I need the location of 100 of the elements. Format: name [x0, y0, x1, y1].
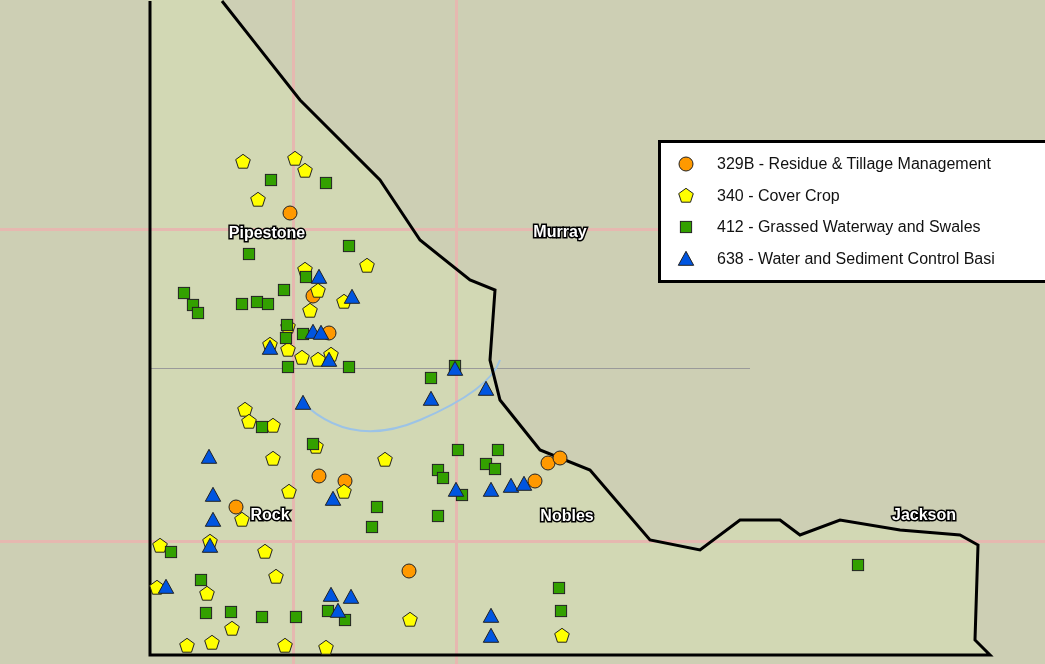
circle-marker-icon: [282, 205, 298, 221]
triangle-marker-icon: [310, 268, 328, 284]
square-marker-icon: [424, 371, 438, 385]
triangle-marker-icon: [204, 486, 222, 502]
square-marker-icon: [164, 545, 178, 559]
square-marker-icon: [194, 573, 208, 587]
pentagon-marker-icon: [250, 191, 266, 207]
pentagon-marker-icon: [234, 511, 250, 527]
square-marker-icon: [488, 462, 502, 476]
legend-label: 340 - Cover Crop: [717, 185, 840, 206]
square-marker-icon: [306, 437, 320, 451]
square-marker-icon: [289, 610, 303, 624]
square-marker-icon: [191, 306, 205, 320]
pentagon-marker-icon: [302, 302, 318, 318]
triangle-marker-icon: [200, 448, 218, 464]
square-marker-icon: [851, 558, 865, 572]
county-label: Nobles: [540, 508, 594, 524]
triangle-marker-icon: [515, 475, 533, 491]
pentagon-marker-icon: [297, 162, 313, 178]
triangle-marker-icon: [482, 481, 500, 497]
square-marker-icon: [491, 443, 505, 457]
triangle-marker-icon: [294, 394, 312, 410]
circle-marker-icon: [677, 155, 695, 173]
square-marker-icon: [370, 500, 384, 514]
triangle-marker-icon: [204, 511, 222, 527]
pentagon-marker-icon: [318, 639, 334, 655]
triangle-marker-icon: [312, 324, 330, 340]
square-marker-icon: [255, 610, 269, 624]
circle-marker-icon: [311, 468, 327, 484]
square-marker-icon: [552, 581, 566, 595]
square-marker-icon: [342, 239, 356, 253]
triangle-marker-icon: [324, 490, 342, 506]
pentagon-marker-icon: [677, 186, 695, 205]
triangle-marker-icon: [482, 627, 500, 643]
square-marker-icon: [277, 283, 291, 297]
triangle-marker-icon: [157, 578, 175, 594]
pentagon-marker-icon: [268, 568, 284, 584]
triangle-marker-icon: [677, 249, 695, 268]
circle-marker-icon: [527, 473, 543, 489]
square-marker-icon: [431, 509, 445, 523]
pentagon-marker-icon: [199, 585, 215, 601]
square-marker-icon: [199, 606, 213, 620]
pentagon-marker-icon: [336, 483, 352, 499]
pentagon-marker-icon: [287, 150, 303, 166]
triangle-marker-icon: [343, 288, 361, 304]
pentagon-marker-icon: [265, 450, 281, 466]
circle-marker-icon: [540, 455, 556, 471]
pentagon-marker-icon: [280, 341, 296, 357]
county-label: Murray: [533, 224, 587, 240]
pentagon-marker-icon: [377, 451, 393, 467]
square-marker-icon: [224, 605, 238, 619]
pentagon-marker-icon: [402, 611, 418, 627]
square-marker-icon: [242, 247, 256, 261]
square-marker-icon: [255, 420, 269, 434]
square-marker-icon: [250, 295, 264, 309]
triangle-marker-icon: [502, 477, 520, 493]
square-marker-icon: [279, 331, 293, 345]
pentagon-marker-icon: [310, 282, 326, 298]
pentagon-marker-icon: [204, 634, 220, 650]
triangle-marker-icon: [422, 390, 440, 406]
square-marker-icon: [299, 270, 313, 284]
triangle-marker-icon: [320, 351, 338, 367]
pentagon-marker-icon: [281, 483, 297, 499]
triangle-marker-icon: [447, 481, 465, 497]
square-marker-icon: [319, 176, 333, 190]
legend-label: 412 - Grassed Waterway and Swales: [717, 217, 981, 238]
triangle-marker-icon: [482, 607, 500, 623]
pentagon-marker-icon: [237, 401, 253, 417]
square-marker-icon: [261, 297, 275, 311]
square-marker-icon: [281, 360, 295, 374]
legend-label: 638 - Water and Sediment Control Basi: [717, 248, 995, 269]
pentagon-marker-icon: [224, 620, 240, 636]
triangle-marker-icon: [477, 380, 495, 396]
pentagon-marker-icon: [294, 349, 310, 365]
square-marker-icon: [264, 173, 278, 187]
triangle-marker-icon: [201, 537, 219, 553]
triangle-marker-icon: [329, 602, 347, 618]
circle-marker-icon: [552, 450, 568, 466]
square-marker-icon: [342, 360, 356, 374]
county-label: Jackson: [892, 507, 956, 523]
square-marker-icon: [436, 471, 450, 485]
triangle-marker-icon: [322, 586, 340, 602]
square-marker-icon: [451, 443, 465, 457]
square-marker-icon: [365, 520, 379, 534]
county-label: Rock: [250, 507, 290, 523]
pentagon-marker-icon: [265, 417, 281, 433]
legend-label: 329B - Residue & Tillage Management: [717, 154, 991, 174]
pentagon-marker-icon: [359, 257, 375, 273]
square-marker-icon: [177, 286, 191, 300]
circle-marker-icon: [228, 499, 244, 515]
pentagon-marker-icon: [179, 637, 195, 653]
square-marker-icon: [554, 604, 568, 618]
square-marker-icon: [235, 297, 249, 311]
pentagon-marker-icon: [152, 537, 168, 553]
pentagon-marker-icon: [277, 637, 293, 653]
pentagon-marker-icon: [241, 413, 257, 429]
circle-marker-icon: [401, 563, 417, 579]
county-label: Pipestone: [228, 225, 306, 241]
pentagon-marker-icon: [235, 153, 251, 169]
triangle-marker-icon: [342, 588, 360, 604]
